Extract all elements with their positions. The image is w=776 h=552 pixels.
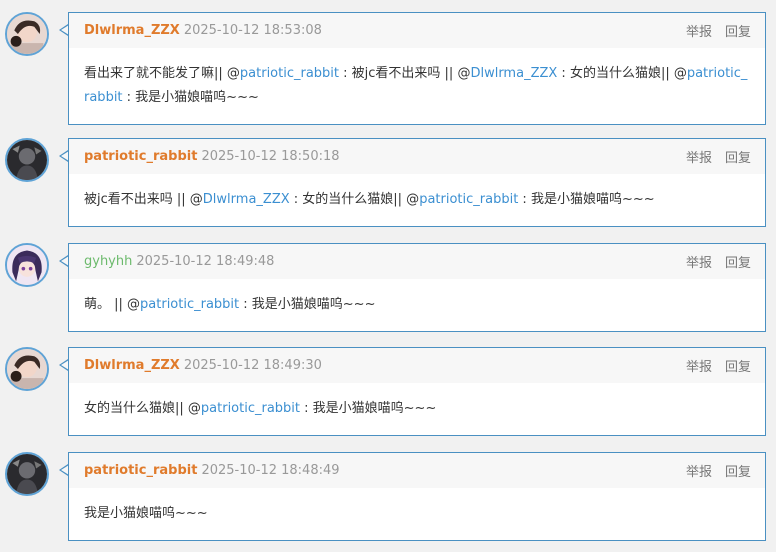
comment-body: 我是小猫娘喵呜~~~ — [69, 488, 765, 540]
body-text: : 我是小猫娘喵呜~~~ — [300, 401, 437, 416]
author-name[interactable]: patriotic_rabbit — [84, 463, 197, 478]
mention-link[interactable]: patriotic_rabbit — [140, 297, 239, 312]
author-name[interactable]: gyhyhh — [84, 254, 132, 269]
comment-body: 看出来了就不能发了嘛|| @patriotic_rabbit : 被jc看不出来… — [69, 48, 765, 124]
report-button[interactable]: 举报 — [686, 356, 712, 375]
comment-time: 2025-10-12 18:49:48 — [136, 254, 275, 269]
mention-link[interactable]: patriotic_rabbit — [240, 66, 339, 81]
report-button[interactable]: 举报 — [686, 21, 712, 40]
body-text: : 我是小猫娘喵呜~~~ — [122, 90, 259, 105]
avatar[interactable] — [5, 347, 49, 391]
comment-time: 2025-10-12 18:49:30 — [183, 358, 322, 373]
avatar[interactable] — [5, 452, 49, 496]
comment-header: gyhyhh 2025-10-12 18:49:48 举报 回复 — [69, 244, 765, 279]
author-name[interactable]: Dlwlrma_ZZX — [84, 358, 180, 373]
reply-button[interactable]: 回复 — [725, 461, 751, 480]
reply-button[interactable]: 回复 — [725, 147, 751, 166]
avatar[interactable] — [5, 138, 49, 182]
comment-header: Dlwlrma_ZZX 2025-10-12 18:49:30 举报 回复 — [69, 348, 765, 383]
comment-time: 2025-10-12 18:53:08 — [183, 23, 322, 38]
comment-feed: Dlwlrma_ZZX 2025-10-12 18:53:08 举报 回复 看出… — [0, 0, 776, 552]
comment-card: Dlwlrma_ZZX 2025-10-12 18:53:08 举报 回复 看出… — [68, 12, 766, 125]
comment-body: 女的当什么猫娘|| @patriotic_rabbit : 我是小猫娘喵呜~~~ — [69, 383, 765, 435]
body-text: 看出来了就不能发了嘛|| @ — [84, 66, 240, 81]
comment-header: patriotic_rabbit 2025-10-12 18:48:49 举报 … — [69, 453, 765, 488]
comment-body: 被jc看不出来吗 || @Dlwlrma_ZZX : 女的当什么猫娘|| @pa… — [69, 174, 765, 226]
avatar[interactable] — [5, 243, 49, 287]
report-button[interactable]: 举报 — [686, 147, 712, 166]
author-name[interactable]: patriotic_rabbit — [84, 149, 197, 164]
report-button[interactable]: 举报 — [686, 252, 712, 271]
mention-link[interactable]: patriotic_rabbit — [201, 401, 300, 416]
comment-header: Dlwlrma_ZZX 2025-10-12 18:53:08 举报 回复 — [69, 13, 765, 48]
mention-link[interactable]: patriotic_rabbit — [419, 192, 518, 207]
body-text: 我是小猫娘喵呜~~~ — [84, 506, 208, 521]
report-button[interactable]: 举报 — [686, 461, 712, 480]
reply-button[interactable]: 回复 — [725, 356, 751, 375]
body-text: : 我是小猫娘喵呜~~~ — [518, 192, 655, 207]
comment-card: gyhyhh 2025-10-12 18:49:48 举报 回复 萌。 || @… — [68, 243, 766, 332]
body-text: 被jc看不出来吗 || @ — [84, 192, 203, 207]
comment-card: patriotic_rabbit 2025-10-12 18:50:18 举报 … — [68, 138, 766, 227]
body-text: 女的当什么猫娘|| @ — [84, 401, 201, 416]
comment-card: Dlwlrma_ZZX 2025-10-12 18:49:30 举报 回复 女的… — [68, 347, 766, 436]
avatar[interactable] — [5, 12, 49, 56]
mention-link[interactable]: Dlwlrma_ZZX — [203, 192, 290, 207]
body-text: : 女的当什么猫娘|| @ — [289, 192, 420, 207]
comment-card: patriotic_rabbit 2025-10-12 18:48:49 举报 … — [68, 452, 766, 541]
mention-link[interactable]: Dlwlrma_ZZX — [470, 66, 557, 81]
reply-button[interactable]: 回复 — [725, 252, 751, 271]
body-text: 萌。 || @ — [84, 297, 141, 312]
comment-time: 2025-10-12 18:48:49 — [201, 463, 340, 478]
reply-button[interactable]: 回复 — [725, 21, 751, 40]
body-text: : 女的当什么猫娘|| @ — [557, 66, 687, 81]
comment-header: patriotic_rabbit 2025-10-12 18:50:18 举报 … — [69, 139, 765, 174]
author-name[interactable]: Dlwlrma_ZZX — [84, 23, 180, 38]
comment-body: 萌。 || @patriotic_rabbit : 我是小猫娘喵呜~~~ — [69, 279, 765, 331]
comment-time: 2025-10-12 18:50:18 — [201, 149, 340, 164]
body-text: : 我是小猫娘喵呜~~~ — [239, 297, 376, 312]
body-text: : 被jc看不出来吗 || @ — [339, 66, 471, 81]
